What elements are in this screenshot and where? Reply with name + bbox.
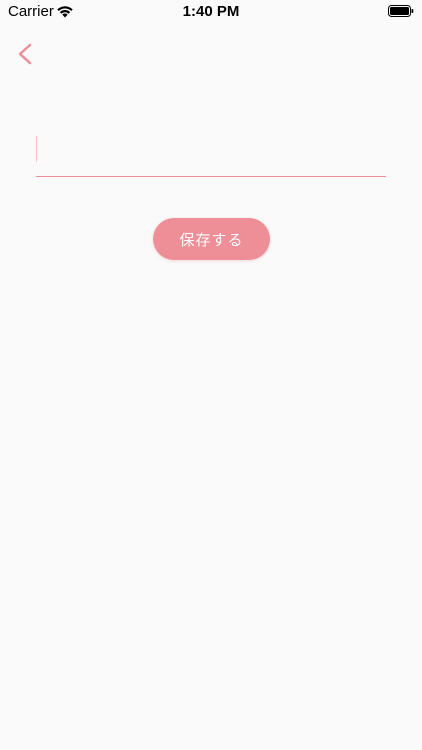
status-bar: Carrier 1:40 PM (0, 0, 422, 24)
text-input-field[interactable] (36, 128, 386, 177)
chevron-left-icon (18, 43, 32, 65)
text-input[interactable] (36, 128, 386, 176)
back-button[interactable] (12, 40, 40, 68)
battery-full-icon (388, 5, 414, 17)
status-time: 1:40 PM (182, 3, 240, 20)
save-button[interactable]: 保存する (153, 218, 270, 260)
save-button-label: 保存する (179, 230, 244, 249)
